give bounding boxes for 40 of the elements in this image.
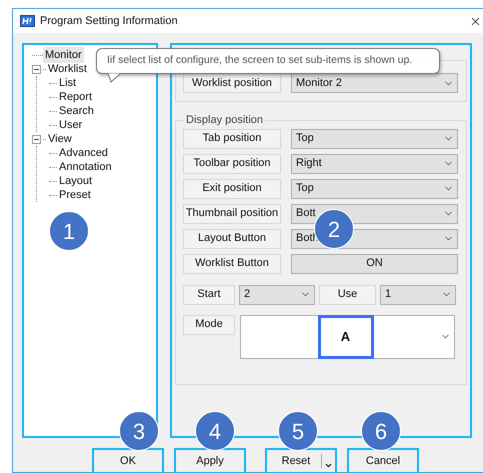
- dropdown[interactable]: Top: [291, 178, 458, 198]
- field-label: Worklist position: [183, 73, 281, 93]
- toggle-button[interactable]: ON: [291, 254, 458, 274]
- dialog-button[interactable]: OK: [92, 448, 164, 473]
- collapse-toggle-icon[interactable]: [32, 64, 41, 74]
- dialog-button[interactable]: Apply: [174, 448, 246, 473]
- dropdown[interactable]: Top: [291, 128, 458, 148]
- tree-item[interactable]: Monitor: [43, 46, 84, 64]
- dropdown[interactable]: Right: [291, 154, 458, 174]
- dropdown[interactable]: 1: [380, 284, 456, 304]
- field-label: Mode: [183, 314, 235, 334]
- dialog-button[interactable]: Cancel: [347, 448, 419, 473]
- group-title: Display position: [185, 113, 264, 128]
- field-label: Start: [183, 284, 235, 304]
- tree-item[interactable]: View: [46, 130, 74, 148]
- split-button[interactable]: Reset: [265, 448, 337, 473]
- tooltip-pointer-icon: [108, 73, 122, 83]
- window-title: Program Setting Information: [40, 14, 178, 29]
- collapse-toggle-icon[interactable]: [32, 134, 41, 144]
- tree-item[interactable]: User: [57, 116, 84, 134]
- field-label: Thumbnail position: [183, 204, 281, 224]
- tree-item[interactable]: Report: [57, 88, 94, 106]
- field-label: Tab position: [183, 128, 281, 148]
- field-label: Worklist Button: [183, 254, 281, 274]
- mode-preview: A: [318, 314, 374, 358]
- field-label: Layout Button: [183, 228, 281, 248]
- dropdown[interactable]: 2: [239, 284, 315, 304]
- tree-item[interactable]: Preset: [57, 186, 93, 204]
- tree-item[interactable]: Annotation: [57, 158, 114, 176]
- field-label: Toolbar position: [183, 154, 281, 174]
- tree-item[interactable]: Worklist: [46, 60, 89, 78]
- tree-item[interactable]: Layout: [57, 172, 94, 190]
- tree-item[interactable]: Advanced: [57, 144, 110, 162]
- tree-item[interactable]: Search: [57, 102, 96, 120]
- dropdown[interactable]: Monitor 2: [291, 73, 458, 93]
- tree-item[interactable]: List: [57, 74, 78, 92]
- mode-dropdown[interactable]: A: [240, 314, 455, 358]
- app-logo-icon: [20, 15, 35, 27]
- field-label: Use: [319, 284, 376, 304]
- field-label: Exit position: [183, 178, 281, 198]
